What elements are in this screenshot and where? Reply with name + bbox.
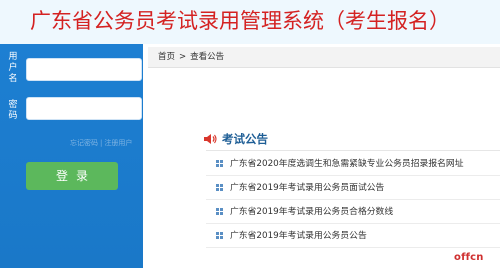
username-label-char-1: 用 [8,52,18,62]
login-sidebar: 用 户 名 密 码 [0,44,143,268]
list-item[interactable]: 广东省2019年考试录用公务员公告 [206,224,500,248]
grid-bullet-icon [216,208,224,216]
username-label-char-2: 户 [8,63,18,73]
notice-link[interactable]: 广东省2019年考试录用公务员公告 [230,224,367,248]
notice-link[interactable]: 广东省2020年度选调生和急需紧缺专业公务员招录报名网址 [230,152,464,176]
grid-bullet-icon [216,184,224,192]
password-label-char-1: 密 [8,100,18,110]
password-input[interactable] [26,97,142,120]
password-label-char-2: 码 [8,111,18,121]
login-button[interactable]: 登录 [26,162,118,190]
breadcrumb: 首页 > 查看公告 [148,47,500,68]
login-links: 忘记密码 | 注册用户 [70,138,132,148]
grid-bullet-icon [216,232,224,240]
list-item[interactable]: 广东省2019年考试录用公务员合格分数线 [206,200,500,224]
list-item[interactable]: 广东省2019年考试录用公务员面试公告 [206,176,500,200]
grid-bullet-icon [216,160,224,168]
offcn-watermark: offcn [454,252,484,263]
speaker-icon [204,134,217,144]
page-title: 广东省公务员考试录用管理系统（考生报名） [30,9,450,33]
forgot-password-link[interactable]: 忘记密码 [70,138,98,148]
breadcrumb-home[interactable]: 首页 [158,52,175,62]
list-item[interactable]: 广东省2020年度选调生和急需紧缺专业公务员招录报名网址 [206,152,500,176]
app-header: 广东省公务员考试录用管理系统（考生报名） [0,0,500,44]
notice-link[interactable]: 广东省2019年考试录用公务员面试公告 [230,176,384,200]
register-link[interactable]: 注册用户 [104,138,132,148]
notice-list: 广东省2020年度选调生和急需紧缺专业公务员招录报名网址 广东省2019年考试录… [206,152,500,248]
notice-link[interactable]: 广东省2019年考试录用公务员合格分数线 [230,200,393,224]
notice-heading: 考试公告 [222,132,268,146]
username-input[interactable] [26,58,142,81]
breadcrumb-separator: > [179,52,187,62]
heading-divider [206,150,500,151]
password-label: 密 码 [7,100,19,122]
username-label: 用 户 名 [7,52,19,85]
username-label-char-3: 名 [8,74,18,84]
breadcrumb-current: 查看公告 [190,52,225,62]
